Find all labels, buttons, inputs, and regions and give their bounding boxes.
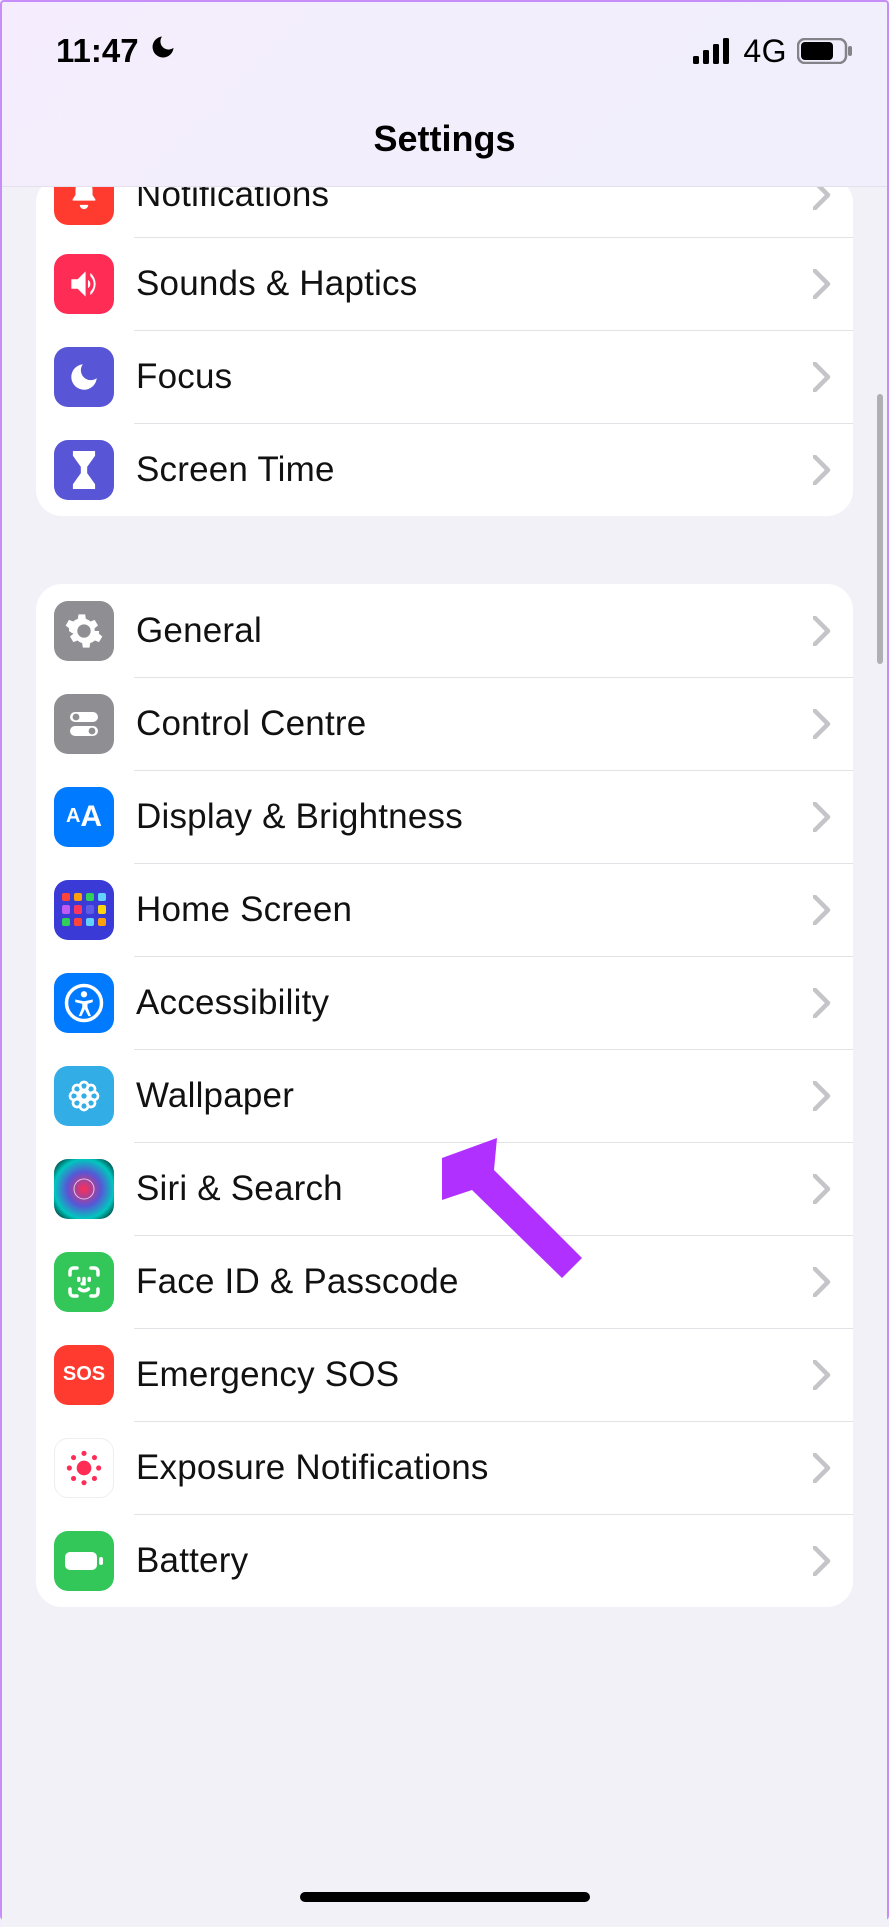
- settings-row-sounds[interactable]: Sounds & Haptics: [36, 237, 853, 330]
- row-label: Battery: [136, 1541, 813, 1581]
- home-indicator[interactable]: [300, 1892, 590, 1902]
- face-id-icon: [54, 1252, 114, 1312]
- moon-icon: [54, 347, 114, 407]
- row-label: Face ID & Passcode: [136, 1262, 813, 1302]
- chevron-right-icon: [813, 187, 831, 210]
- bell-icon: [54, 187, 114, 225]
- settings-row-home-screen[interactable]: Home Screen: [36, 863, 853, 956]
- chevron-right-icon: [813, 362, 831, 392]
- chevron-right-icon: [813, 1267, 831, 1297]
- settings-row-siri[interactable]: Siri & Search: [36, 1142, 853, 1235]
- page-title: Settings: [2, 82, 887, 187]
- battery-full-icon: [54, 1531, 114, 1591]
- chevron-right-icon: [813, 455, 831, 485]
- settings-row-battery[interactable]: Battery: [36, 1514, 853, 1607]
- home-screen-icon: [54, 880, 114, 940]
- status-bar: 11:47 4G: [2, 2, 887, 82]
- status-time: 11:47: [56, 32, 139, 70]
- chevron-right-icon: [813, 709, 831, 739]
- settings-row-focus[interactable]: Focus: [36, 330, 853, 423]
- text-size-icon: AA: [54, 787, 114, 847]
- hourglass-icon: [54, 440, 114, 500]
- row-label: Notifications: [136, 187, 813, 215]
- toggles-icon: [54, 694, 114, 754]
- chevron-right-icon: [813, 1081, 831, 1111]
- chevron-right-icon: [813, 269, 831, 299]
- do-not-disturb-icon: [149, 33, 177, 69]
- row-label: Siri & Search: [136, 1169, 813, 1209]
- chevron-right-icon: [813, 988, 831, 1018]
- settings-row-general[interactable]: General: [36, 584, 853, 677]
- chevron-right-icon: [813, 1360, 831, 1390]
- settings-row-control-centre[interactable]: Control Centre: [36, 677, 853, 770]
- chevron-right-icon: [813, 1174, 831, 1204]
- settings-row-wallpaper[interactable]: Wallpaper: [36, 1049, 853, 1142]
- settings-row-faceid[interactable]: Face ID & Passcode: [36, 1235, 853, 1328]
- settings-list: Notifications Sounds & Haptics Focus Scr…: [2, 187, 887, 1927]
- row-label: Display & Brightness: [136, 797, 813, 837]
- row-label: Focus: [136, 357, 813, 397]
- accessibility-icon: [54, 973, 114, 1033]
- chevron-right-icon: [813, 802, 831, 832]
- network-type: 4G: [743, 33, 787, 70]
- row-label: Home Screen: [136, 890, 813, 930]
- siri-icon: [54, 1159, 114, 1219]
- settings-group-alerts: Notifications Sounds & Haptics Focus Scr…: [36, 187, 853, 516]
- settings-row-emergency-sos[interactable]: SOS Emergency SOS: [36, 1328, 853, 1421]
- row-label: Accessibility: [136, 983, 813, 1023]
- settings-row-display[interactable]: AA Display & Brightness: [36, 770, 853, 863]
- settings-row-accessibility[interactable]: Accessibility: [36, 956, 853, 1049]
- speaker-icon: [54, 254, 114, 314]
- row-label: Sounds & Haptics: [136, 264, 813, 304]
- chevron-right-icon: [813, 1546, 831, 1576]
- settings-row-screen-time[interactable]: Screen Time: [36, 423, 853, 516]
- chevron-right-icon: [813, 1453, 831, 1483]
- settings-group-general: General Control Centre AA Display & Brig…: [36, 584, 853, 1607]
- exposure-icon: [54, 1438, 114, 1498]
- row-label: Wallpaper: [136, 1076, 813, 1116]
- settings-row-exposure[interactable]: Exposure Notifications: [36, 1421, 853, 1514]
- settings-row-notifications[interactable]: Notifications: [36, 187, 853, 237]
- flower-icon: [54, 1066, 114, 1126]
- sos-icon: SOS: [54, 1345, 114, 1405]
- row-label: Control Centre: [136, 704, 813, 744]
- battery-icon: [797, 38, 853, 64]
- row-label: Exposure Notifications: [136, 1448, 813, 1488]
- cellular-signal-icon: [693, 38, 733, 64]
- gear-icon: [54, 601, 114, 661]
- scroll-indicator[interactable]: [877, 394, 883, 664]
- row-label: Screen Time: [136, 450, 813, 490]
- row-label: General: [136, 611, 813, 651]
- chevron-right-icon: [813, 616, 831, 646]
- row-label: Emergency SOS: [136, 1355, 813, 1395]
- chevron-right-icon: [813, 895, 831, 925]
